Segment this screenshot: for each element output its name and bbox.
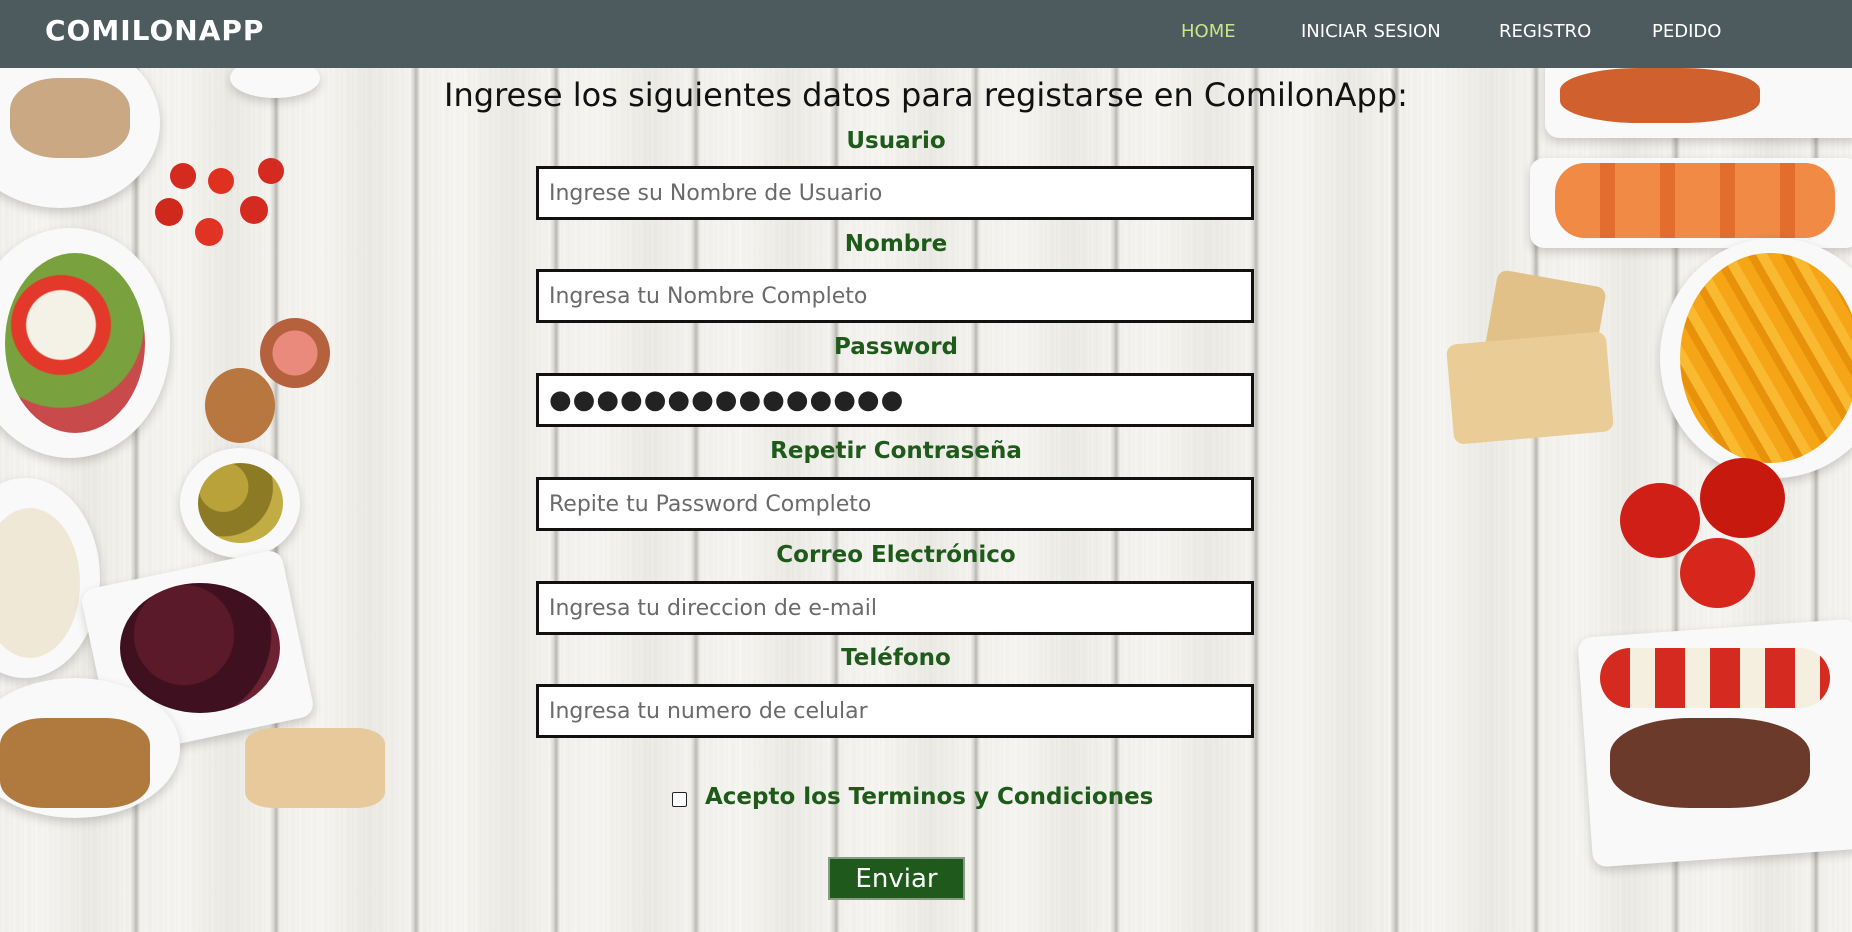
usuario-input[interactable] <box>536 166 1254 220</box>
password-input[interactable] <box>536 373 1254 427</box>
label-nombre: Nombre <box>844 231 948 257</box>
label-telefono: Teléfono <box>841 645 951 671</box>
terms-checkbox[interactable] <box>672 791 687 807</box>
form-heading: Ingrese los siguientes datos para regist… <box>444 76 1408 114</box>
submit-button[interactable]: Enviar <box>828 857 965 900</box>
nav-home[interactable]: HOME <box>1181 21 1236 42</box>
label-repetir-contrasena: Repetir Contraseña <box>770 438 1022 464</box>
brand-logo[interactable]: COMILONAPP <box>45 14 264 47</box>
register-form: Ingrese los siguientes datos para regist… <box>0 68 1852 932</box>
nombre-input[interactable] <box>536 269 1254 323</box>
correo-input[interactable] <box>536 581 1254 635</box>
nav-pedido[interactable]: PEDIDO <box>1652 21 1721 42</box>
navbar: COMILONAPP HOME INICIAR SESION REGISTRO … <box>0 0 1852 68</box>
label-usuario: Usuario <box>846 128 946 154</box>
label-password: Password <box>834 334 958 360</box>
telefono-input[interactable] <box>536 684 1254 738</box>
terms-label[interactable]: Acepto los Terminos y Condiciones <box>705 784 1153 810</box>
repetir-contrasena-input[interactable] <box>536 477 1254 531</box>
label-correo: Correo Electrónico <box>776 542 1016 568</box>
nav-iniciar-sesion[interactable]: INICIAR SESION <box>1301 21 1441 42</box>
terms-row: Acepto los Terminos y Condiciones <box>672 784 1153 810</box>
nav-registro[interactable]: REGISTRO <box>1499 21 1591 42</box>
